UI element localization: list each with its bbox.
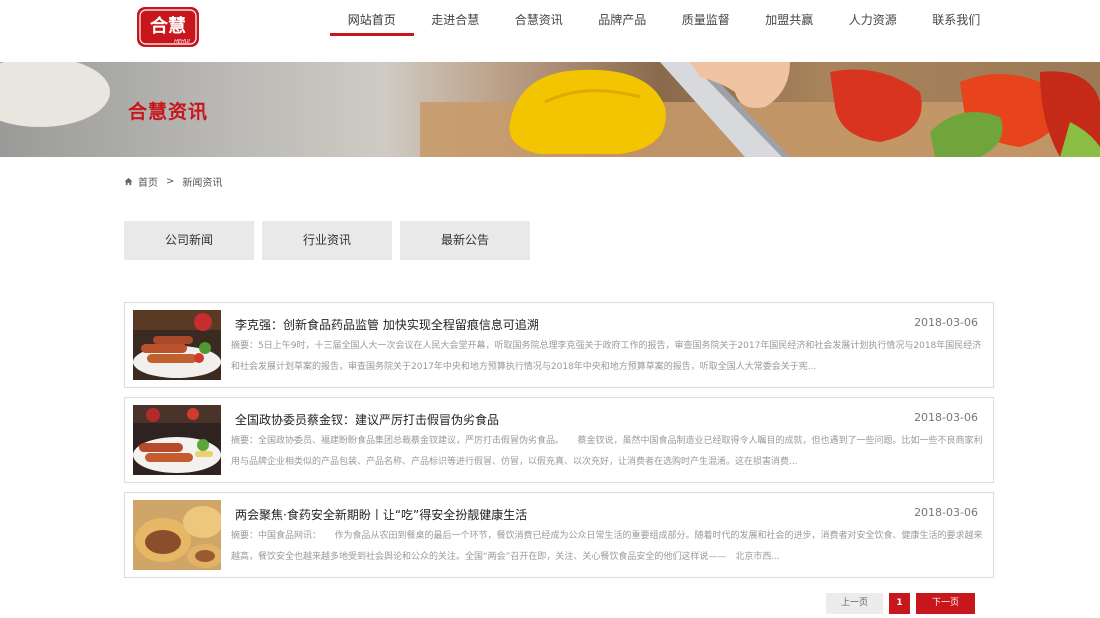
news-date: 2018-03-06 xyxy=(914,411,978,424)
nav-item-home[interactable]: 网站首页 xyxy=(330,0,414,36)
breadcrumb-separator: > xyxy=(166,176,175,187)
news-thumbnail[interactable] xyxy=(133,500,221,570)
pastry-image xyxy=(133,500,221,570)
nav-item-hr[interactable]: 人力资源 xyxy=(831,0,915,36)
svg-text:HEHUI: HEHUI xyxy=(174,39,190,45)
main-nav: 网站首页 走进合慧 合慧资讯 品牌产品 质量监督 加盟共赢 人力资源 联系我们 xyxy=(330,0,998,62)
news-thumbnail[interactable] xyxy=(133,310,221,380)
news-summary: 摘要：全国政协委员、福建盼盼食品集团总裁蔡金钗建议，严厉打击假冒伪劣食品。 蔡金… xyxy=(231,436,983,467)
next-page-button[interactable]: 下一页 xyxy=(916,593,975,614)
news-title[interactable]: 李克强：创新食品药品监管 加快实现全程留痕信息可追溯 xyxy=(235,316,539,333)
logo-mark-icon: 合慧 HEHUI xyxy=(137,7,199,47)
news-thumbnail[interactable] xyxy=(133,405,221,475)
prev-page-button[interactable]: 上一页 xyxy=(826,593,883,614)
pagination: 上一页 1 下一页 xyxy=(826,593,975,614)
news-title[interactable]: 两会聚焦·食药安全新期盼丨让“吃”得安全扮靓健康生活 xyxy=(235,506,527,523)
news-summary: 摘要：中国食品网讯： 作为食品从农田到餐桌的最后一个环节，餐饮消费已经成为公众日… xyxy=(231,531,983,562)
breadcrumb: 首页 > 新闻资讯 xyxy=(124,174,222,189)
nav-item-quality[interactable]: 质量监督 xyxy=(664,0,748,36)
news-item[interactable]: 李克强：创新食品药品监管 加快实现全程留痕信息可追溯 2018-03-06 摘要… xyxy=(124,302,994,388)
tab-company-news[interactable]: 公司新闻 xyxy=(124,221,254,260)
sausage-plate-image xyxy=(133,310,221,380)
page-number-button[interactable]: 1 xyxy=(889,593,910,614)
nav-item-about[interactable]: 走进合慧 xyxy=(414,0,498,36)
logo[interactable]: 合慧 HEHUI xyxy=(136,6,200,48)
tab-industry-news[interactable]: 行业资讯 xyxy=(262,221,392,260)
sausage-plate-image xyxy=(133,405,221,475)
nav-item-contact[interactable]: 联系我们 xyxy=(915,0,999,36)
site-header: 合慧 HEHUI 网站首页 走进合慧 合慧资讯 品牌产品 质量监督 加盟共赢 人… xyxy=(0,0,1100,62)
nav-item-franchise[interactable]: 加盟共赢 xyxy=(748,0,832,36)
svg-text:合慧: 合慧 xyxy=(150,15,186,37)
news-summary: 摘要：5日上午9时，十三届全国人大一次会议在人民大会堂开幕，听取国务院总理李克强… xyxy=(231,341,982,372)
news-item[interactable]: 全国政协委员蔡金钗：建议严厉打击假冒伪劣食品 2018-03-06 摘要：全国政… xyxy=(124,397,994,483)
page-banner: 合慧资讯 xyxy=(0,62,1100,157)
banner-title: 合慧资讯 xyxy=(128,101,209,123)
breadcrumb-current: 新闻资讯 xyxy=(182,178,223,189)
breadcrumb-home-link[interactable]: 首页 xyxy=(138,174,158,189)
news-item[interactable]: 两会聚焦·食药安全新期盼丨让“吃”得安全扮靓健康生活 2018-03-06 摘要… xyxy=(124,492,994,578)
tab-latest-announcements[interactable]: 最新公告 xyxy=(400,221,530,260)
category-tabs: 公司新闻 行业资讯 最新公告 xyxy=(124,221,530,260)
news-date: 2018-03-06 xyxy=(914,506,978,519)
nav-item-products[interactable]: 品牌产品 xyxy=(581,0,665,36)
nav-item-news[interactable]: 合慧资讯 xyxy=(497,0,581,36)
news-list: 李克强：创新食品药品监管 加快实现全程留痕信息可追溯 2018-03-06 摘要… xyxy=(124,302,994,587)
news-title[interactable]: 全国政协委员蔡金钗：建议严厉打击假冒伪劣食品 xyxy=(235,411,499,428)
news-date: 2018-03-06 xyxy=(914,316,978,329)
home-icon xyxy=(124,177,133,186)
